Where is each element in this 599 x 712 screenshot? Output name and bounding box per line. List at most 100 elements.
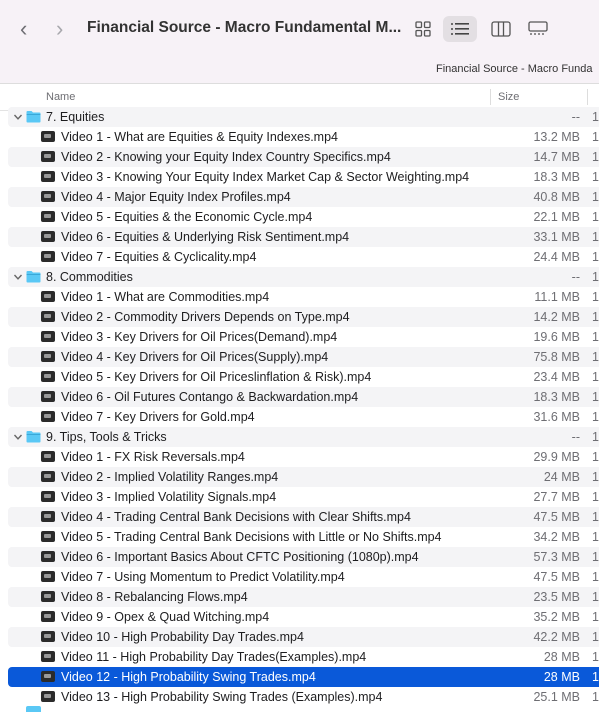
row-kind-truncated: 1 [592, 430, 599, 444]
file-row[interactable]: Video 6 - Oil Futures Contango & Backwar… [0, 387, 599, 407]
video-file-icon [41, 551, 55, 562]
file-row[interactable]: Video 4 - Key Drivers for Oil Prices(Sup… [0, 347, 599, 367]
file-row[interactable]: Video 7 - Using Momentum to Predict Vola… [0, 567, 599, 587]
gallery-view-button[interactable] [521, 16, 555, 42]
row-size: 24.4 MB [533, 250, 580, 264]
row-name: Video 8 - Rebalancing Flows.mp4 [61, 590, 248, 604]
file-row[interactable]: Video 1 - What are Commodities.mp4 11.1 M… [0, 287, 599, 307]
row-kind-truncated: 1 [592, 690, 599, 704]
row-kind-truncated: 1 [592, 190, 599, 204]
file-row[interactable]: Video 9 - Opex & Quad Witching.mp4 35.2 M… [0, 607, 599, 627]
folder-row[interactable]: 7. Equities -- 1 [0, 107, 599, 127]
size-column-header[interactable]: Size [498, 91, 519, 103]
row-name: Video 5 - Trading Central Bank Decisions… [61, 530, 442, 544]
file-row[interactable]: Video 12 - High Probability Swing Trades… [0, 667, 599, 687]
row-size: 18.3 MB [533, 170, 580, 184]
file-row[interactable]: Video 5 - Trading Central Bank Decisions… [0, 527, 599, 547]
row-kind-truncated: 1 [592, 470, 599, 484]
icon-view-button[interactable] [406, 16, 440, 42]
video-file-icon [41, 371, 55, 382]
file-row[interactable]: Video 2 - Implied Volatility Ranges.mp4 2… [0, 467, 599, 487]
file-row[interactable]: Video 4 - Trading Central Bank Decisions… [0, 507, 599, 527]
file-row[interactable]: Video 7 - Equities & Cyclicality.mp4 24.4… [0, 247, 599, 267]
row-kind-truncated: 1 [592, 510, 599, 524]
gallery-icon [528, 21, 548, 35]
row-size: 47.5 MB [533, 510, 580, 524]
row-size: 42.2 MB [533, 630, 580, 644]
row-kind-truncated: 1 [592, 650, 599, 664]
row-name: Video 2 - Knowing your Equity Index Coun… [61, 150, 391, 164]
row-name: Video 1 - FX Risk Reversals.mp4 [61, 450, 245, 464]
row-kind-truncated: 1 [592, 150, 599, 164]
file-row[interactable]: Video 1 - FX Risk Reversals.mp4 29.9 MB 1 [0, 447, 599, 467]
file-row[interactable]: Video 7 - Key Drivers for Gold.mp4 31.6 M… [0, 407, 599, 427]
row-kind-truncated: 1 [592, 570, 599, 584]
disclosure-chevron-icon[interactable] [13, 112, 23, 122]
file-row[interactable]: Video 6 - Important Basics About CFTC Po… [0, 547, 599, 567]
file-row[interactable]: Video 5 - Key Drivers for Oil Priceslinf… [0, 367, 599, 387]
file-row[interactable]: Video 8 - Rebalancing Flows.mp4 23.5 MB 1 [0, 587, 599, 607]
video-file-icon [41, 451, 55, 462]
row-name: 7. Equities [46, 110, 105, 124]
folder-row[interactable]: 8. Commodities -- 1 [0, 267, 599, 287]
folder-icon [26, 431, 41, 443]
window-title: Financial Source - Macro Fundamental M..… [87, 19, 402, 36]
file-row[interactable]: Video 3 - Implied Volatility Signals.mp4… [0, 487, 599, 507]
row-name: Video 13 - High Probability Swing Trades… [61, 690, 383, 704]
row-size: 40.8 MB [533, 190, 580, 204]
column-divider[interactable] [587, 89, 588, 105]
row-size: -- [571, 110, 580, 124]
grid-icon [415, 21, 431, 37]
file-row[interactable]: Video 2 - Commodity Drivers Depends on T… [0, 307, 599, 327]
back-button[interactable]: ‹ [20, 18, 27, 40]
row-kind-truncated: 1 [592, 350, 599, 364]
folder-row[interactable]: 9. Tips, Tools & Tricks -- 1 [0, 427, 599, 447]
row-kind-truncated: 1 [592, 530, 599, 544]
row-name: Video 3 - Key Drivers for Oil Prices(Dem… [61, 330, 338, 344]
row-size: 23.5 MB [533, 590, 580, 604]
row-name: Video 2 - Implied Volatility Ranges.mp4 [61, 470, 279, 484]
file-row[interactable]: Video 11 - High Probability Day Trades(E… [0, 647, 599, 667]
row-kind-truncated: 1 [592, 250, 599, 264]
column-divider[interactable] [490, 89, 491, 105]
file-row[interactable]: Video 6 - Equities & Underlying Risk Sen… [0, 227, 599, 247]
row-size: 22.1 MB [533, 210, 580, 224]
row-kind-truncated: 1 [592, 290, 599, 304]
row-kind-truncated: 1 [592, 310, 599, 324]
video-file-icon [41, 191, 55, 202]
row-name: Video 10 - High Probability Day Trades.m… [61, 630, 304, 644]
row-name: 9. Tips, Tools & Tricks [46, 430, 167, 444]
file-row[interactable]: Video 3 - Key Drivers for Oil Prices(Dem… [0, 327, 599, 347]
video-file-icon [41, 611, 55, 622]
video-file-icon [41, 391, 55, 402]
video-file-icon [41, 131, 55, 142]
row-size: 29.9 MB [533, 450, 580, 464]
row-size: 14.7 MB [533, 150, 580, 164]
row-size: 33.1 MB [533, 230, 580, 244]
file-row[interactable]: Video 5 - Equities & the Economic Cycle.… [0, 207, 599, 227]
column-view-button[interactable] [484, 16, 518, 42]
row-name: Video 7 - Using Momentum to Predict Vola… [61, 570, 345, 584]
forward-button[interactable]: › [56, 18, 63, 40]
row-size: 35.2 MB [533, 610, 580, 624]
file-row[interactable]: Video 10 - High Probability Day Trades.m… [0, 627, 599, 647]
name-column-header[interactable]: Name [46, 91, 75, 103]
file-row[interactable]: Video 13 - High Probability Swing Trades… [0, 687, 599, 707]
row-kind-truncated: 1 [592, 390, 599, 404]
file-row[interactable]: Video 4 - Major Equity Index Profiles.mp… [0, 187, 599, 207]
row-size: 75.8 MB [533, 350, 580, 364]
toolbar: ‹ › Financial Source - Macro Fundamental… [0, 0, 599, 84]
row-name: Video 5 - Equities & the Economic Cycle.… [61, 210, 313, 224]
path-label[interactable]: Financial Source - Macro Funda [436, 63, 593, 75]
file-row[interactable]: Video 1 - What are Equities & Equity Ind… [0, 127, 599, 147]
list-view-button[interactable] [443, 16, 477, 42]
row-size: 11.1 MB [534, 290, 580, 304]
row-name: Video 1 - What are Equities & Equity Ind… [61, 130, 339, 144]
file-row[interactable]: Video 3 - Knowing Your Equity Index Mark… [0, 167, 599, 187]
disclosure-chevron-icon[interactable] [13, 432, 23, 442]
disclosure-chevron-icon[interactable] [13, 272, 23, 282]
video-file-icon [41, 491, 55, 502]
file-row[interactable]: Video 2 - Knowing your Equity Index Coun… [0, 147, 599, 167]
row-size: 27.7 MB [533, 490, 580, 504]
video-file-icon [41, 591, 55, 602]
